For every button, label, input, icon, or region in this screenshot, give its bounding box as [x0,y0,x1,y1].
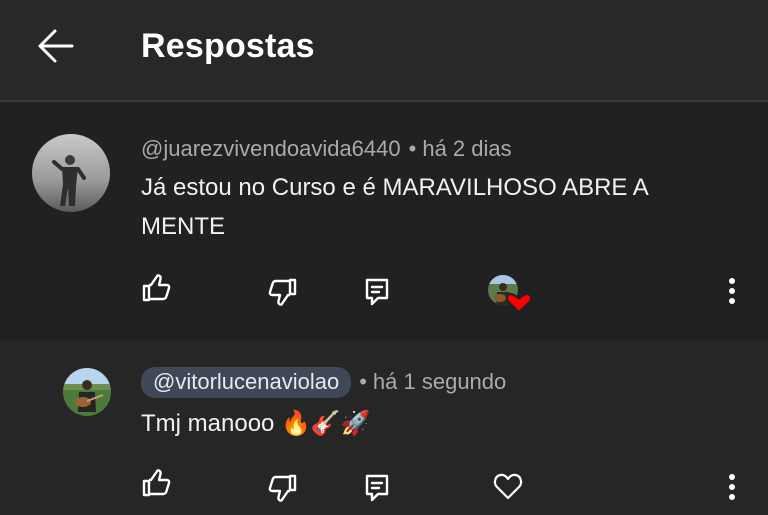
heart-button[interactable] [490,468,526,504]
reply-button[interactable] [359,274,395,310]
comment-time: há 2 dias [422,136,512,161]
heart-icon [493,473,523,500]
comment-author[interactable]: @juarezvivendoavida6440 [141,136,401,161]
like-icon [142,469,171,497]
reply-icon [365,278,389,306]
more-vert-icon [729,474,735,500]
like-button[interactable] [138,270,174,306]
comment-meta: @juarezvivendoavida6440 • há 2 dias [141,136,512,162]
comment-text: Já estou no Curso e é MARAVILHOSO ABRE A… [141,168,741,246]
comment-text-line: MENTE [141,213,225,240]
more-vert-icon [729,278,735,304]
comment-thread-parent: @juarezvivendoavida6440 • há 2 dias Já est… [0,102,768,338]
reply-comment: @vitorlucenaviolao • há 1 segundo Tmj mano… [0,340,768,515]
meta-separator: • [359,369,367,394]
meta-separator: • [408,136,417,161]
reply-icon [365,474,389,502]
like-icon [142,274,171,302]
more-options-button[interactable] [722,470,742,506]
reply-author-chip[interactable]: @vitorlucenaviolao [141,367,352,398]
dislike-icon [268,278,297,306]
reply-button[interactable] [359,470,395,506]
comment-text-line: Já estou no Curso e é MARAVILHOSO ABRE A [141,174,649,201]
like-button[interactable] [138,465,174,501]
arrow-left-icon [38,29,74,63]
creator-heart [486,272,533,314]
avatar[interactable] [32,134,110,212]
dislike-button[interactable] [265,470,301,506]
avatar[interactable] [63,368,111,416]
back-button[interactable] [36,28,76,64]
dislike-button[interactable] [265,274,301,310]
reply-meta: @vitorlucenaviolao • há 1 segundo [141,367,506,398]
avatar-image [63,368,111,416]
top-app-bar: Respostas [0,0,768,102]
reply-time: há 1 segundo [372,369,507,394]
reply-text: Tmj manooo 🔥🎸🚀 [141,410,371,437]
dislike-icon [268,474,297,502]
page-title: Respostas [141,27,315,65]
more-options-button[interactable] [722,274,742,310]
avatar-image [32,134,110,212]
creator-heart-icon [488,275,533,314]
